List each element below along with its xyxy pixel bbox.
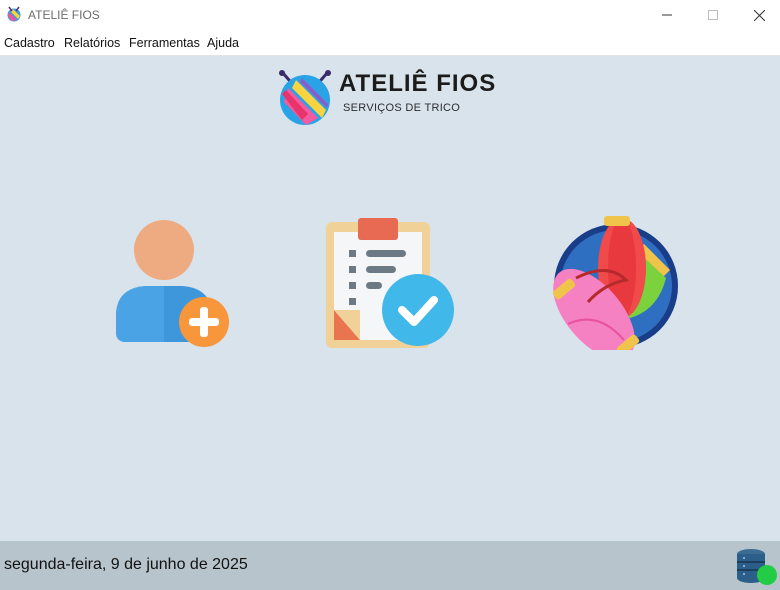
menu-ferramentas[interactable]: Ferramentas	[129, 36, 200, 50]
maximize-icon	[708, 10, 718, 20]
status-bar: segunda-feira, 9 de junho de 2025	[0, 541, 780, 590]
add-customer-tile[interactable]	[110, 214, 234, 350]
app-logo-icon	[7, 6, 21, 22]
brand-name: ATELIÊ FIOS	[339, 70, 497, 97]
close-button[interactable]	[736, 0, 780, 30]
maximize-button[interactable]	[690, 0, 736, 30]
current-date: segunda-feira, 9 de junho de 2025	[4, 556, 248, 573]
menu-bar: Cadastro Relatórios Ferramentas Ajuda	[0, 30, 780, 56]
yarn-tile[interactable]	[548, 214, 684, 350]
main-area: ATELIÊ FIOS SERVIÇOS DE TRICO	[0, 56, 780, 541]
close-icon	[753, 9, 765, 21]
brand-subtitle: SERVIÇOS DE TRICO	[343, 102, 461, 114]
minimize-icon	[662, 14, 672, 16]
menu-relatorios[interactable]: Relatórios	[64, 36, 120, 50]
yarn-ball-icon	[552, 216, 678, 350]
window-title: ATELIÊ FIOS	[28, 8, 100, 22]
reports-tile[interactable]	[320, 214, 460, 354]
title-bar: ATELIÊ FIOS	[0, 0, 780, 30]
knitting-logo-icon	[279, 70, 331, 125]
clipboard-check-icon	[326, 218, 454, 348]
minimize-button[interactable]	[644, 0, 690, 30]
add-customer-icon	[116, 220, 229, 347]
menu-cadastro[interactable]: Cadastro	[4, 36, 55, 50]
menu-ajuda[interactable]: Ajuda	[207, 36, 239, 50]
database-connected-icon	[737, 549, 777, 585]
